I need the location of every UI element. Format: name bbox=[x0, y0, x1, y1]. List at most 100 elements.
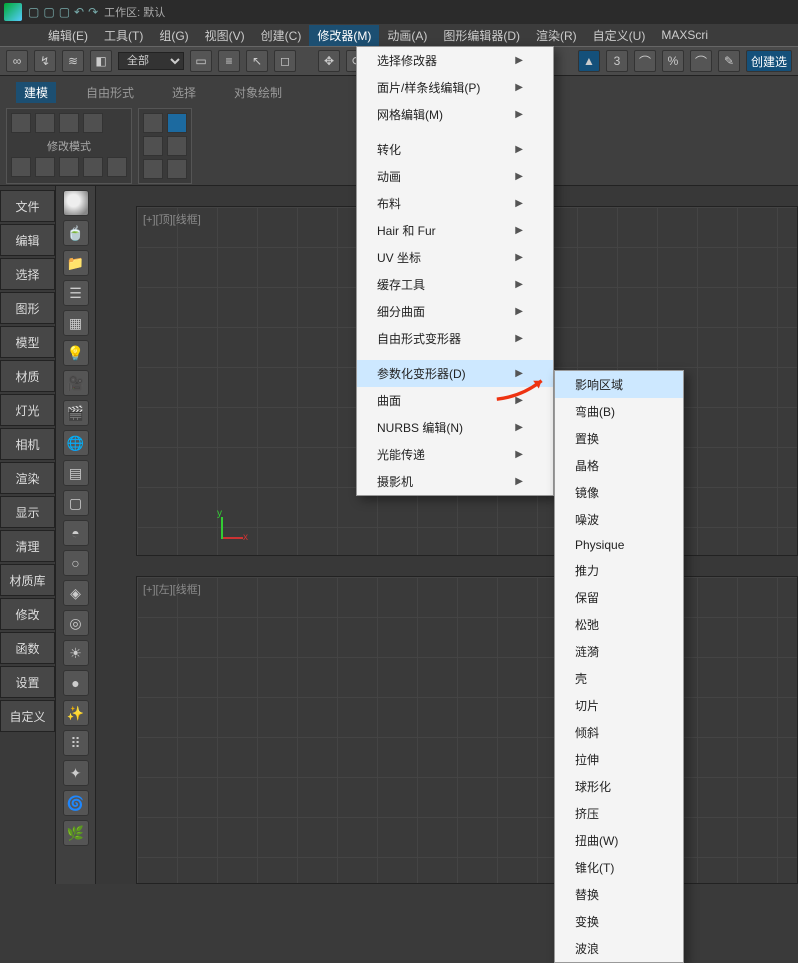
modifiers-menu-item-12[interactable]: 曲面▶ bbox=[357, 387, 553, 414]
selection-filter-dropdown[interactable]: 全部 bbox=[118, 52, 184, 70]
side-tab-1[interactable]: 编辑 bbox=[0, 224, 55, 256]
tool-edit-named-icon[interactable]: ✎ bbox=[718, 50, 740, 72]
side-tab-14[interactable]: 设置 bbox=[0, 666, 55, 698]
param-deformer-item-12[interactable]: 切片 bbox=[555, 692, 683, 719]
param-deformer-item-0[interactable]: 影响区域 bbox=[555, 371, 683, 398]
asset-bug-icon[interactable]: ✦ bbox=[63, 760, 89, 786]
asset-grass-icon[interactable]: 🌿 bbox=[63, 820, 89, 846]
sec-btn-6[interactable] bbox=[167, 159, 187, 179]
modifiers-menu-item-15[interactable]: 摄影机▶ bbox=[357, 468, 553, 495]
mode-btn-2[interactable] bbox=[35, 113, 55, 133]
ribbon-tab-selection[interactable]: 选择 bbox=[164, 82, 204, 103]
subobj-edge-icon[interactable] bbox=[35, 157, 55, 177]
subobj-element-icon[interactable] bbox=[107, 157, 127, 177]
workspace-label[interactable]: 工作区: 默认 bbox=[104, 4, 165, 20]
mode-btn-3[interactable] bbox=[59, 113, 79, 133]
qat-open-icon[interactable]: ▢ bbox=[43, 5, 54, 19]
menu-group[interactable]: 组(G) bbox=[151, 25, 196, 46]
asset-list-icon[interactable]: ☰ bbox=[63, 280, 89, 306]
asset-deer-icon[interactable] bbox=[63, 190, 89, 216]
menu-modifiers[interactable]: 修改器(M) bbox=[309, 25, 379, 46]
mode-btn-1[interactable] bbox=[11, 113, 31, 133]
param-deformer-item-1[interactable]: 弯曲(B) bbox=[555, 398, 683, 425]
param-deformer-item-7[interactable]: 推力 bbox=[555, 557, 683, 584]
tool-snap-spinner-icon[interactable]: ⌒ bbox=[690, 50, 712, 72]
asset-teapot-icon[interactable]: 🍵 bbox=[63, 220, 89, 246]
asset-circle-icon[interactable]: ○ bbox=[63, 550, 89, 576]
param-deformer-item-20[interactable]: 变换 bbox=[555, 908, 683, 935]
menu-create[interactable]: 创建(C) bbox=[253, 25, 310, 46]
subobj-poly-icon[interactable] bbox=[83, 157, 103, 177]
subobj-border-icon[interactable] bbox=[59, 157, 79, 177]
side-tab-3[interactable]: 图形 bbox=[0, 292, 55, 324]
param-deformer-item-21[interactable]: 波浪 bbox=[555, 935, 683, 962]
tool-cursor-icon[interactable]: ↖ bbox=[246, 50, 268, 72]
modifiers-menu[interactable]: 选择修改器▶面片/样条线编辑(P)▶网格编辑(M)▶转化▶动画▶布料▶Hair … bbox=[356, 46, 554, 496]
asset-dome-icon[interactable]: ◓ bbox=[63, 520, 89, 546]
viewport-top-label[interactable]: [+][顶][线框] bbox=[143, 211, 201, 227]
param-deformer-item-10[interactable]: 涟漪 bbox=[555, 638, 683, 665]
side-tab-2[interactable]: 选择 bbox=[0, 258, 55, 290]
viewport-left-label[interactable]: [+][左][线框] bbox=[143, 581, 201, 597]
modifiers-menu-item-0[interactable]: 选择修改器▶ bbox=[357, 47, 553, 74]
qat-redo-icon[interactable]: ↷ bbox=[88, 5, 98, 19]
asset-star-icon[interactable]: ✨ bbox=[63, 700, 89, 726]
sec-btn-2[interactable] bbox=[167, 113, 187, 133]
modifiers-menu-item-14[interactable]: 光能传递▶ bbox=[357, 441, 553, 468]
qat-undo-icon[interactable]: ↶ bbox=[74, 5, 84, 19]
asset-hex-icon[interactable]: ◈ bbox=[63, 580, 89, 606]
param-deformer-item-3[interactable]: 晶格 bbox=[555, 452, 683, 479]
param-deformer-item-9[interactable]: 松弛 bbox=[555, 611, 683, 638]
param-deformer-item-2[interactable]: 置换 bbox=[555, 425, 683, 452]
asset-swirl-icon[interactable]: 🌀 bbox=[63, 790, 89, 816]
param-deformer-item-18[interactable]: 锥化(T) bbox=[555, 854, 683, 881]
side-tab-12[interactable]: 修改 bbox=[0, 598, 55, 630]
mode-btn-4[interactable] bbox=[83, 113, 103, 133]
side-tab-11[interactable]: 材质库 bbox=[0, 564, 55, 596]
param-deformer-item-5[interactable]: 噪波 bbox=[555, 506, 683, 533]
tool-schematic-icon[interactable]: ◧ bbox=[90, 50, 112, 72]
sec-btn-1[interactable] bbox=[143, 113, 163, 133]
asset-bulb-icon[interactable]: 💡 bbox=[63, 340, 89, 366]
param-deformer-item-14[interactable]: 拉伸 bbox=[555, 746, 683, 773]
parametric-deformers-submenu[interactable]: 影响区域弯曲(B)置换晶格镜像噪波Physique推力保留松弛涟漪壳切片倾斜拉伸… bbox=[554, 370, 684, 963]
tool-snap-angle2-icon[interactable]: ⌒ bbox=[634, 50, 656, 72]
menu-edit[interactable]: 编辑(E) bbox=[40, 25, 96, 46]
side-tab-4[interactable]: 模型 bbox=[0, 326, 55, 358]
tool-bind-icon[interactable]: ≋ bbox=[62, 50, 84, 72]
subobj-vertex-icon[interactable] bbox=[11, 157, 31, 177]
modifiers-menu-item-11[interactable]: 参数化变形器(D)▶ bbox=[357, 360, 553, 387]
modifiers-menu-item-7[interactable]: UV 坐标▶ bbox=[357, 244, 553, 271]
modifiers-menu-item-6[interactable]: Hair 和 Fur▶ bbox=[357, 217, 553, 244]
modifiers-menu-item-4[interactable]: 动画▶ bbox=[357, 163, 553, 190]
asset-dots-icon[interactable]: ⠿ bbox=[63, 730, 89, 756]
sec-btn-3[interactable] bbox=[143, 136, 163, 156]
modifiers-menu-item-9[interactable]: 细分曲面▶ bbox=[357, 298, 553, 325]
sec-btn-5[interactable] bbox=[143, 159, 163, 179]
tool-snap-angle-icon[interactable]: 3 bbox=[606, 50, 628, 72]
qat-save-icon[interactable]: ▢ bbox=[59, 5, 70, 19]
asset-sun-icon[interactable]: ☀ bbox=[63, 640, 89, 666]
tool-create-selection-set[interactable]: 创建选 bbox=[746, 50, 792, 72]
modifiers-menu-item-2[interactable]: 网格编辑(M)▶ bbox=[357, 101, 553, 128]
modifiers-menu-item-5[interactable]: 布料▶ bbox=[357, 190, 553, 217]
side-tab-0[interactable]: 文件 bbox=[0, 190, 55, 222]
menu-maxscript[interactable]: MAXScri bbox=[653, 26, 716, 44]
asset-sphere-icon[interactable]: ● bbox=[63, 670, 89, 696]
ribbon-tab-object-paint[interactable]: 对象绘制 bbox=[226, 82, 290, 103]
asset-clap-icon[interactable]: 🎬 bbox=[63, 400, 89, 426]
asset-square-icon[interactable]: ▢ bbox=[63, 490, 89, 516]
tool-quickrender-icon[interactable]: ▲ bbox=[578, 50, 600, 72]
side-tab-6[interactable]: 灯光 bbox=[0, 394, 55, 426]
tool-unlink-icon[interactable]: ↯ bbox=[34, 50, 56, 72]
param-deformer-item-13[interactable]: 倾斜 bbox=[555, 719, 683, 746]
asset-camera-icon[interactable]: 🎥 bbox=[63, 370, 89, 396]
menu-animation[interactable]: 动画(A) bbox=[379, 25, 435, 46]
param-deformer-item-17[interactable]: 扭曲(W) bbox=[555, 827, 683, 854]
side-tab-10[interactable]: 清理 bbox=[0, 530, 55, 562]
tool-byname-icon[interactable]: ≡ bbox=[218, 50, 240, 72]
side-tab-13[interactable]: 函数 bbox=[0, 632, 55, 664]
asset-grid-icon[interactable]: ▦ bbox=[63, 310, 89, 336]
ribbon-tab-modeling[interactable]: 建模 bbox=[16, 82, 56, 103]
menu-graph-editors[interactable]: 图形编辑器(D) bbox=[435, 25, 528, 46]
